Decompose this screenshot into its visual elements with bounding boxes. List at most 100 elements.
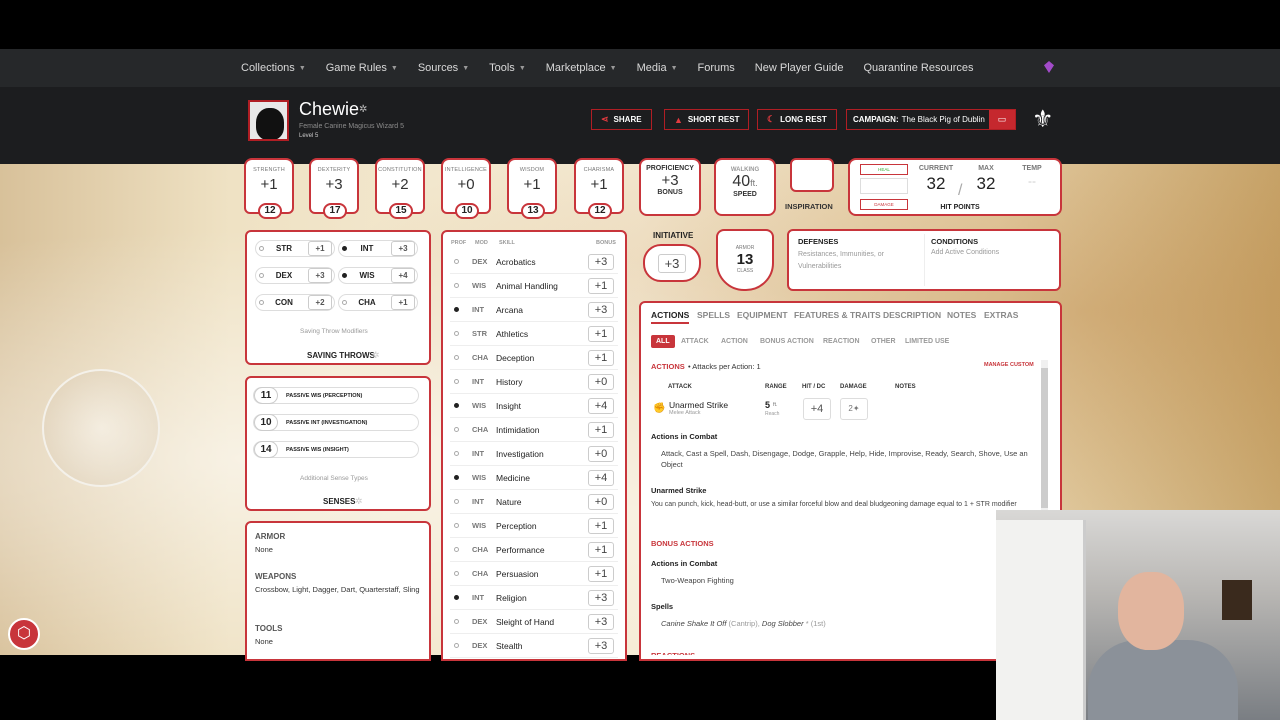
attack-row[interactable]: ✊ Unarmed Strike Melee Attack 5 ft. Reac… <box>651 396 1039 422</box>
gear-icon[interactable]: ✲ <box>355 496 363 507</box>
saving-throw-con[interactable]: CON +2 <box>255 294 335 311</box>
skill-deception[interactable]: CHA Deception +1 <box>450 346 618 370</box>
skill-bonus-button[interactable]: +1 <box>588 421 614 438</box>
scrollbar-thumb[interactable] <box>1041 368 1048 508</box>
skill-stealth[interactable]: DEX Stealth +3 <box>450 634 618 658</box>
tab-equipment[interactable]: EQUIPMENT <box>737 310 788 320</box>
bonus-spells-list[interactable]: Canine Shake It Off (Cantrip), Dog Slobb… <box>661 618 826 629</box>
campaign-button[interactable]: CAMPAIGN: The Black Pig of Dublin ▭ <box>846 109 1016 130</box>
filter-all[interactable]: ALL <box>651 335 675 348</box>
bonus-in-combat-list[interactable]: Two-Weapon Fighting <box>661 575 734 586</box>
gem-icon[interactable] <box>1044 61 1054 73</box>
manage-custom-link[interactable]: MANAGE CUSTOM <box>984 362 1034 368</box>
filter-attack[interactable]: ATTACK <box>681 335 709 348</box>
damage-button[interactable]: DAMAGE <box>860 199 908 210</box>
long-rest-button[interactable]: ☾ LONG REST <box>757 109 837 130</box>
skill-bonus-button[interactable]: +3 <box>588 589 614 606</box>
nav-item-media[interactable]: Media ▼ <box>637 62 678 74</box>
skill-bonus-button[interactable]: +3 <box>588 301 614 318</box>
skill-performance[interactable]: CHA Performance +1 <box>450 538 618 562</box>
skill-acrobatics[interactable]: DEX Acrobatics +3 <box>450 250 618 274</box>
filter-reaction[interactable]: REACTION <box>823 335 860 348</box>
filter-action[interactable]: ACTION <box>721 335 748 348</box>
skill-bonus-button[interactable]: +3 <box>588 637 614 654</box>
ability-dexterity[interactable]: DEXTERITY +3 17 <box>309 158 359 219</box>
skill-bonus-button[interactable]: +3 <box>588 613 614 630</box>
tab-spells[interactable]: SPELLS <box>697 310 730 320</box>
skill-bonus-button[interactable]: +1 <box>588 349 614 366</box>
spell-canine-shake[interactable]: Canine Shake It Off <box>661 619 726 628</box>
skill-bonus-button[interactable]: +1 <box>588 541 614 558</box>
character-name[interactable]: Chewie <box>299 99 359 120</box>
saving-throw-cha[interactable]: CHA +1 <box>338 294 418 311</box>
saving-throw-int[interactable]: INT +3 <box>338 240 418 257</box>
hp-current[interactable]: CURRENT 32 <box>916 165 956 194</box>
defenses-text[interactable]: Resistances, Immunities, or Vulnerabilit… <box>798 249 916 273</box>
share-button[interactable]: ⋖ SHARE <box>591 109 652 130</box>
tab-extras[interactable]: EXTRAS <box>984 310 1018 320</box>
avatar[interactable] <box>248 100 289 141</box>
nav-item-sources[interactable]: Sources ▼ <box>418 62 469 74</box>
ability-constitution[interactable]: CONSTITUTION +2 15 <box>375 158 425 219</box>
dice-roller-icon[interactable]: ⬡ <box>8 618 40 650</box>
saving-throw-str[interactable]: STR +1 <box>255 240 335 257</box>
skill-intimidation[interactable]: CHA Intimidation +1 <box>450 418 618 442</box>
tab-notes[interactable]: NOTES <box>947 310 976 320</box>
ability-wisdom[interactable]: WISDOM +1 13 <box>507 158 557 219</box>
gear-icon[interactable]: ✲ <box>359 104 367 115</box>
walking-speed[interactable]: WALKING 40ft. SPEED <box>714 158 776 216</box>
dnd-ampersand-icon[interactable]: ⚜ <box>1032 105 1054 134</box>
nav-item-game-rules[interactable]: Game Rules ▼ <box>326 62 398 74</box>
skill-sleight-of-hand[interactable]: DEX Sleight of Hand +3 <box>450 610 618 634</box>
nav-item-quarantine-resources[interactable]: Quarantine Resources <box>863 62 973 74</box>
skill-bonus-button[interactable]: +0 <box>588 493 614 510</box>
defenses-title[interactable]: DEFENSES <box>798 237 838 246</box>
filter-bonus-action[interactable]: BONUS ACTION <box>760 335 814 348</box>
skill-bonus-button[interactable]: +4 <box>588 469 614 486</box>
skill-bonus-button[interactable]: +1 <box>588 565 614 582</box>
nav-item-new-player-guide[interactable]: New Player Guide <box>755 62 844 74</box>
saving-throw-wis[interactable]: WIS +4 <box>338 267 418 284</box>
filter-other[interactable]: OTHER <box>871 335 896 348</box>
skill-bonus-button[interactable]: +4 <box>588 397 614 414</box>
skill-perception[interactable]: WIS Perception +1 <box>450 514 618 538</box>
ability-charisma[interactable]: CHARISMA +1 12 <box>574 158 624 219</box>
inspiration-toggle[interactable] <box>790 158 834 192</box>
hp-temp[interactable]: TEMP -- <box>1012 165 1052 188</box>
heal-button[interactable]: HEAL <box>860 164 908 175</box>
skill-arcana[interactable]: INT Arcana +3 <box>450 298 618 322</box>
skill-bonus-button[interactable]: +3 <box>588 253 614 270</box>
skill-persuasion[interactable]: CHA Persuasion +1 <box>450 562 618 586</box>
tab-description[interactable]: DESCRIPTION <box>883 310 941 320</box>
hp-amount-input[interactable] <box>860 178 908 194</box>
skill-bonus-button[interactable]: +1 <box>588 325 614 342</box>
skill-bonus-button[interactable]: +0 <box>588 445 614 462</box>
skill-religion[interactable]: INT Religion +3 <box>450 586 618 610</box>
skill-athletics[interactable]: STR Athletics +1 <box>450 322 618 346</box>
actions-in-combat-list[interactable]: Attack, Cast a Spell, Dash, Disengage, D… <box>661 448 1037 470</box>
skill-animal-handling[interactable]: WIS Animal Handling +1 <box>450 274 618 298</box>
ability-intelligence[interactable]: INTELLIGENCE +0 10 <box>441 158 491 219</box>
nav-item-marketplace[interactable]: Marketplace ▼ <box>546 62 617 74</box>
saving-throw-dex[interactable]: DEX +3 <box>255 267 335 284</box>
filter-limited-use[interactable]: LIMITED USE <box>905 335 949 348</box>
armor-class-shield[interactable]: ARMOR 13 CLASS <box>716 229 774 291</box>
damage-button[interactable]: 2✦ <box>840 398 868 420</box>
short-rest-button[interactable]: ▲ SHORT REST <box>664 109 750 130</box>
skill-nature[interactable]: INT Nature +0 <box>450 490 618 514</box>
nav-item-tools[interactable]: Tools ▼ <box>489 62 526 74</box>
skill-investigation[interactable]: INT Investigation +0 <box>450 442 618 466</box>
spell-dog-slobber[interactable]: Dog Slobber <box>762 619 804 628</box>
skill-insight[interactable]: WIS Insight +4 <box>450 394 618 418</box>
ability-strength[interactable]: STRENGTH +1 12 <box>244 158 294 219</box>
nav-item-forums[interactable]: Forums <box>698 62 735 74</box>
conditions-text[interactable]: Add Active Conditions <box>931 249 999 256</box>
skill-bonus-button[interactable]: +1 <box>588 277 614 294</box>
conditions-title[interactable]: CONDITIONS <box>931 237 978 246</box>
gear-icon[interactable]: ✲ <box>372 350 380 361</box>
tab-actions[interactable]: ACTIONS <box>651 310 690 324</box>
skill-medicine[interactable]: WIS Medicine +4 <box>450 466 618 490</box>
chat-icon[interactable]: ▭ <box>989 110 1015 129</box>
nav-item-collections[interactable]: Collections ▼ <box>241 62 306 74</box>
tab-features-traits[interactable]: FEATURES & TRAITS <box>794 310 881 320</box>
